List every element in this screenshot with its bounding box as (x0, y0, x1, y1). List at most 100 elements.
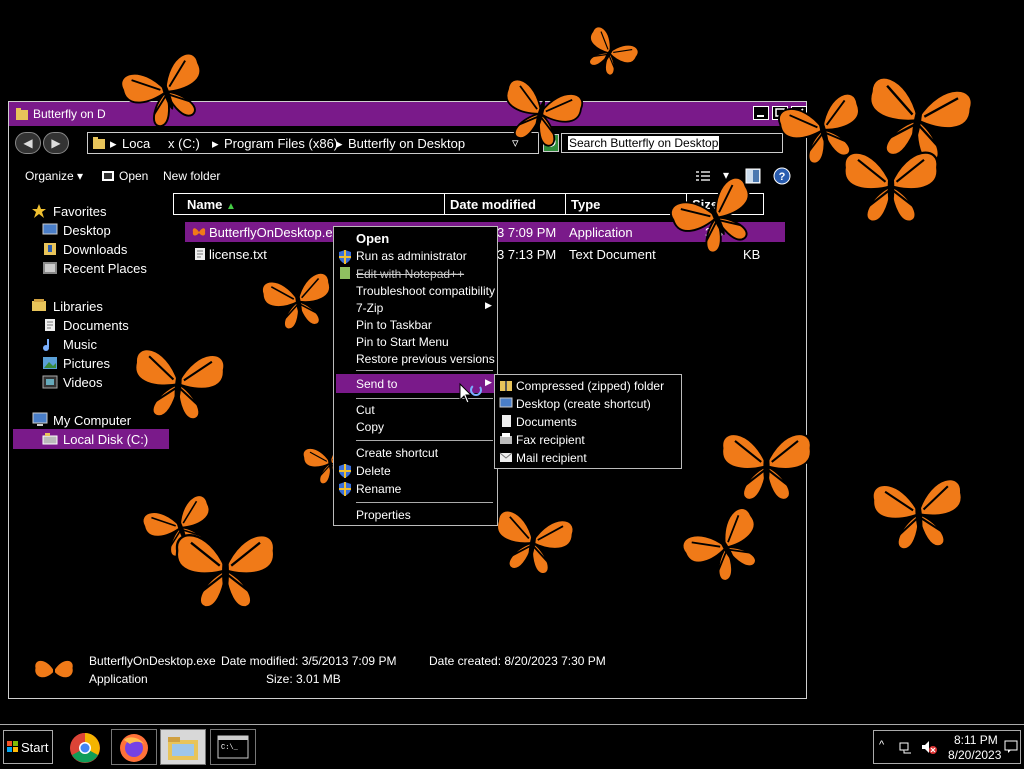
nav-favorites[interactable]: Favorites (53, 204, 106, 219)
file-name[interactable]: license.txt (209, 247, 267, 262)
chevron-right-icon: ▶ (485, 377, 492, 387)
notification-icon[interactable] (1004, 739, 1018, 753)
breadcrumb-local-disk-rest[interactable]: x (C:) (168, 136, 200, 151)
nav-libraries[interactable]: Libraries (53, 299, 103, 314)
menu-item-delete[interactable]: Delete (356, 464, 391, 478)
chevron-down-icon: ▾ (77, 169, 84, 183)
breadcrumb-butterfly[interactable]: Butterfly on Desktop (348, 136, 465, 151)
new-folder-button[interactable]: New folder (163, 169, 220, 183)
menu-item-edit-notepad[interactable]: Edit with Notepad++ (356, 267, 464, 281)
clock-time[interactable]: 8:11 PM (954, 733, 998, 747)
network-icon[interactable] (898, 741, 914, 755)
local-disk-icon (42, 433, 58, 445)
address-bar[interactable]: ▸ Loca x (C:) ▸ Program Files (x86) ▸ Bu… (87, 132, 539, 154)
butterfly-icon (176, 534, 275, 609)
busy-cursor-icon (459, 382, 482, 404)
menu-item-open[interactable]: Open (356, 231, 389, 246)
zip-folder-icon (500, 381, 512, 391)
shield-icon (339, 250, 351, 264)
file-type: Text Document (569, 247, 656, 262)
breadcrumb-program-files[interactable]: Program Files (x86) (224, 136, 338, 151)
menu-item-restore[interactable]: Restore previous versions (356, 352, 495, 366)
column-name[interactable]: Name ▲ (173, 193, 445, 215)
desktop-icon (499, 397, 513, 408)
search-input[interactable]: Search Butterfly on Desktop (561, 133, 783, 153)
breadcrumb-separator: ▸ (212, 136, 219, 151)
shield-icon (339, 482, 351, 496)
submenu-item-mail[interactable]: Mail recipient (516, 451, 587, 465)
star-icon (32, 204, 46, 218)
documents-icon (45, 319, 55, 331)
nav-documents[interactable]: Documents (63, 318, 129, 333)
file-type: Application (569, 225, 633, 240)
details-date-modified: Date modified: 3/5/2013 7:09 PM (221, 654, 397, 668)
menu-item-pin-start[interactable]: Pin to Start Menu (356, 335, 449, 349)
organize-label: Organize (25, 169, 74, 183)
submenu-item-documents[interactable]: Documents (516, 415, 577, 429)
menu-item-properties[interactable]: Properties (356, 508, 411, 522)
butterfly-icon (134, 348, 226, 421)
nav-local-disk[interactable]: Local Disk (C:) (63, 432, 148, 447)
menu-item-pin-taskbar[interactable]: Pin to Taskbar (356, 318, 432, 332)
nav-music[interactable]: Music (63, 337, 97, 352)
taskbar: Start C:\_ ^ 8:11 PM 8/20/2023 (0, 724, 1024, 769)
nav-videos[interactable]: Videos (63, 375, 103, 390)
submenu-item-fax[interactable]: Fax recipient (516, 433, 585, 447)
nav-recent-places[interactable]: Recent Places (63, 261, 147, 276)
taskbar-explorer[interactable] (160, 729, 206, 765)
computer-icon (32, 412, 48, 426)
taskbar-firefox[interactable] (111, 729, 157, 765)
firefox-icon (120, 734, 148, 762)
menu-item-create-shortcut[interactable]: Create shortcut (356, 446, 438, 460)
butterfly-app-icon (192, 228, 206, 236)
svg-text:C:\_: C:\_ (221, 744, 239, 752)
chevron-up-icon[interactable]: ^ (879, 739, 884, 751)
menu-item-troubleshoot[interactable]: Troubleshoot compatibility (356, 284, 495, 298)
submenu-item-zip[interactable]: Compressed (zipped) folder (516, 379, 664, 393)
details-filename: ButterflyOnDesktop.exe (89, 654, 216, 668)
menu-separator (356, 502, 493, 503)
menu-item-cut[interactable]: Cut (356, 403, 375, 417)
pictures-icon (43, 357, 57, 369)
column-name-label: Name (187, 197, 223, 212)
mail-icon (499, 452, 513, 462)
menu-item-run-as-admin[interactable]: Run as administrator (356, 249, 467, 263)
menu-item-rename[interactable]: Rename (356, 482, 401, 496)
back-button[interactable]: ◀ (15, 132, 41, 154)
text-file-icon (195, 248, 205, 260)
organize-button[interactable]: Organize ▾ (25, 169, 83, 183)
file-size: KB (743, 247, 761, 262)
menu-item-send-to[interactable]: Send to (356, 377, 397, 391)
forward-button[interactable]: ▶ (43, 132, 69, 154)
open-icon (102, 171, 114, 181)
menu-item-7zip[interactable]: 7-Zip (356, 301, 383, 315)
taskbar-chrome[interactable] (62, 729, 108, 765)
back-arrow-icon: ◀ (23, 136, 33, 150)
documents-icon (502, 415, 511, 427)
nav-desktop[interactable]: Desktop (63, 223, 111, 238)
clock-date[interactable]: 8/20/2023 (948, 748, 1001, 762)
taskbar-terminal[interactable]: C:\_ (210, 729, 256, 765)
start-button[interactable]: Start (3, 730, 53, 764)
file-name[interactable]: ButterflyOnDesktop.ex (209, 225, 339, 240)
downloads-icon (44, 243, 56, 255)
file-date: 3 7:13 PM (497, 247, 557, 262)
nav-pictures[interactable]: Pictures (63, 356, 110, 371)
volume-muted-icon[interactable] (920, 739, 938, 755)
butterfly-thumbnail-icon (34, 658, 74, 682)
submenu-item-desktop[interactable]: Desktop (create shortcut) (516, 397, 651, 411)
butterfly-icon (843, 151, 939, 223)
menu-item-copy[interactable]: Copy (356, 420, 384, 434)
butterfly-icon (721, 433, 812, 501)
videos-icon (42, 375, 58, 389)
sort-ascending-icon: ▲ (226, 201, 236, 212)
column-date-modified[interactable]: Date modified (444, 193, 566, 215)
nav-downloads[interactable]: Downloads (63, 242, 127, 257)
nav-my-computer[interactable]: My Computer (53, 413, 131, 428)
butterfly-icon (261, 272, 331, 331)
send-to-submenu: Compressed (zipped) folder Desktop (crea… (494, 374, 682, 469)
open-button[interactable]: Open (119, 169, 148, 183)
start-label: Start (21, 740, 49, 755)
details-type: Application (89, 672, 148, 686)
minimize-button[interactable] (753, 106, 769, 120)
